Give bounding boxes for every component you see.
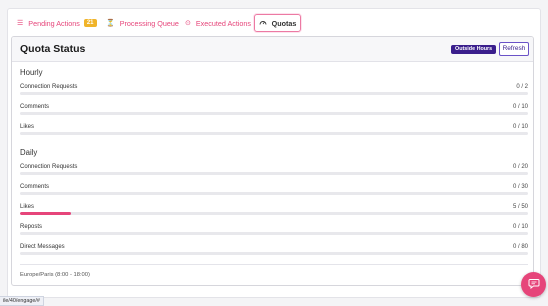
quota-count: 0 / 20 xyxy=(512,164,528,170)
pending-count-badge: 21 xyxy=(83,19,97,27)
quota-progress-fill xyxy=(20,212,71,215)
quota-count: 0 / 10 xyxy=(512,104,528,110)
quota-label: Comments xyxy=(20,104,50,110)
quota-count: 0 / 2 xyxy=(516,84,528,90)
quota-row: Likes 5 / 50 xyxy=(20,204,528,218)
quota-row: Direct Messages 0 / 80 xyxy=(20,244,528,258)
tab-label: Executed Actions xyxy=(195,18,252,28)
quota-label: Direct Messages xyxy=(20,244,65,250)
quota-count: 0 / 30 xyxy=(512,184,528,190)
panel-title: Quota Status xyxy=(20,43,86,55)
quota-label: Likes xyxy=(20,204,35,210)
quota-status-panel: Quota Status Outside Hours Refresh Hourl… xyxy=(11,36,534,286)
footer-divider xyxy=(20,264,528,265)
refresh-button[interactable]: Refresh xyxy=(499,42,529,56)
quota-count: 5 / 50 xyxy=(512,204,528,210)
chat-button[interactable] xyxy=(521,272,546,297)
tab-label: Quotas xyxy=(271,18,297,28)
quota-count: 0 / 10 xyxy=(512,224,528,230)
quota-count: 0 / 80 xyxy=(512,244,528,250)
tab-processing-queue[interactable]: ⏳ Processing Queue xyxy=(106,14,179,32)
quota-row: Likes 0 / 10 xyxy=(20,124,528,138)
quota-row: Reposts 0 / 10 xyxy=(20,224,528,238)
quota-progress-bar xyxy=(20,92,528,95)
panel-header: Quota Status Outside Hours Refresh xyxy=(12,37,533,62)
quota-progress-bar xyxy=(20,252,528,255)
quota-row: Comments 0 / 10 xyxy=(20,104,528,118)
check-circle-icon: ⊙ xyxy=(185,19,191,27)
quota-row: Connection Requests 0 / 2 xyxy=(20,84,528,98)
tab-pending-actions[interactable]: ☰ Pending Actions 21 xyxy=(17,14,97,32)
hourglass-icon: ⏳ xyxy=(106,19,115,27)
list-icon: ☰ xyxy=(17,19,24,27)
hourly-section-title: Hourly xyxy=(20,68,43,77)
tab-quotas[interactable]: Quotas xyxy=(254,14,301,32)
gauge-icon xyxy=(259,19,267,27)
quota-progress-bar xyxy=(20,192,528,195)
quota-label: Comments xyxy=(20,184,50,190)
quota-label: Connection Requests xyxy=(20,164,78,170)
quota-progress-bar xyxy=(20,232,528,235)
quota-label: Reposts xyxy=(20,224,43,230)
tab-label: Processing Queue xyxy=(119,18,179,28)
tab-label: Pending Actions xyxy=(28,18,80,28)
quota-progress-bar xyxy=(20,212,528,215)
quota-progress-bar xyxy=(20,112,528,115)
status-badge: Outside Hours xyxy=(451,45,497,54)
status-bar-url: ile/40/engage/# xyxy=(0,296,44,306)
quota-progress-bar xyxy=(20,132,528,135)
quota-row: Comments 0 / 30 xyxy=(20,184,528,198)
quota-row: Connection Requests 0 / 20 xyxy=(20,164,528,178)
quota-count: 0 / 10 xyxy=(512,124,528,130)
daily-section-title: Daily xyxy=(20,148,38,157)
quota-label: Likes xyxy=(20,124,35,130)
quota-label: Connection Requests xyxy=(20,84,78,90)
chat-bubble-icon xyxy=(528,276,540,294)
tab-bar: ☰ Pending Actions 21 ⏳ Processing Queue … xyxy=(8,9,540,37)
quota-progress-bar xyxy=(20,172,528,175)
working-hours-timezone: Europe/Paris (8:00 - 18:00) xyxy=(20,272,90,278)
tab-executed-actions[interactable]: ⊙ Executed Actions xyxy=(185,14,251,32)
